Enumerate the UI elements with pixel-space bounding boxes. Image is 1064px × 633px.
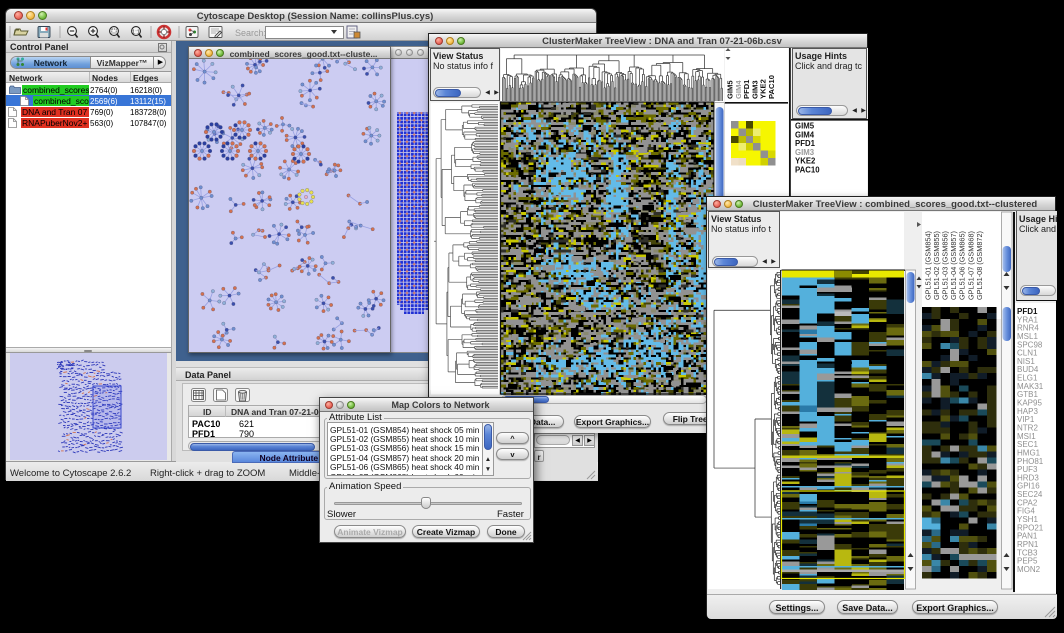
svg-text:PAC10: PAC10 bbox=[767, 75, 776, 99]
svg-text:YKE2: YKE2 bbox=[795, 157, 816, 166]
svg-text:PAC10: PAC10 bbox=[795, 166, 820, 175]
svg-text:GIM4: GIM4 bbox=[795, 130, 815, 139]
svg-text:GPL51-08 (GSM872): GPL51-08 (GSM872) bbox=[975, 231, 984, 300]
svg-text:MON2: MON2 bbox=[1017, 565, 1041, 574]
svg-text:GIM5: GIM5 bbox=[795, 122, 815, 131]
svg-text:GIM3: GIM3 bbox=[795, 148, 815, 157]
svg-text:PFD1: PFD1 bbox=[795, 139, 816, 148]
